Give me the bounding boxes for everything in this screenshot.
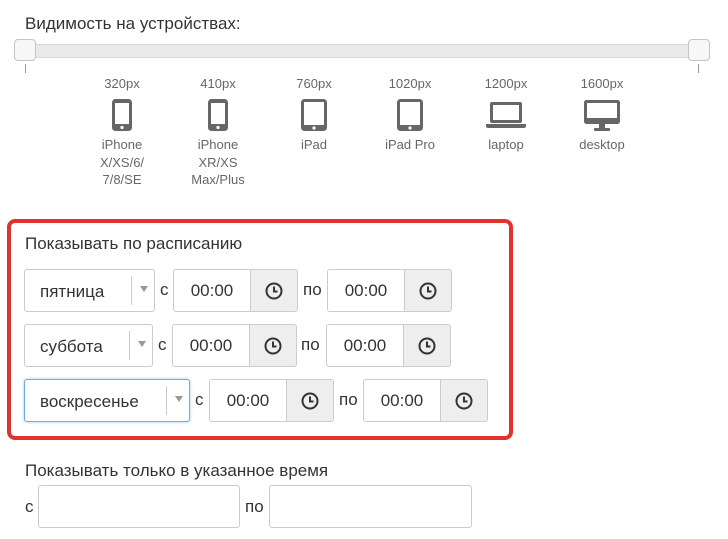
tablet-icon xyxy=(301,99,327,131)
device-name-line: Max/Plus xyxy=(191,172,245,187)
clock-icon xyxy=(419,282,437,299)
device-1020: 1020px iPad Pro xyxy=(360,76,460,154)
only-to-label: по xyxy=(245,497,264,516)
tablet-icon xyxy=(397,99,423,131)
device-name-line: X/XS/6/ xyxy=(99,154,145,170)
device-name-line: iPhone xyxy=(101,137,143,152)
time-value: 00:00 xyxy=(189,336,233,355)
time-value: 00:00 xyxy=(344,281,388,300)
time-from-input[interactable]: 00:00 xyxy=(173,269,298,312)
day-select-value: суббота xyxy=(40,337,103,356)
device-760: 760px iPad xyxy=(264,76,364,154)
device-name-line: 7/8/SE xyxy=(102,172,142,187)
device-px-label: 1020px xyxy=(388,76,432,91)
device-410: 410px iPhone XR/XS Max/Plus xyxy=(168,76,268,189)
clock-icon xyxy=(265,282,283,299)
day-select[interactable]: воскресенье xyxy=(24,379,190,422)
slider-handle-min[interactable] xyxy=(14,39,36,61)
from-label: с xyxy=(195,390,204,409)
device-1600: 1600px desktop xyxy=(552,76,652,154)
phone-icon xyxy=(112,99,132,131)
to-label: по xyxy=(303,280,322,299)
time-to-input[interactable]: 00:00 xyxy=(363,379,488,422)
time-to-input[interactable]: 00:00 xyxy=(326,324,451,367)
device-name-line: iPad Pro xyxy=(385,137,435,152)
day-select[interactable]: пятница xyxy=(24,269,155,312)
time-from-input[interactable]: 00:00 xyxy=(209,379,334,422)
time-to-input[interactable]: 00:00 xyxy=(327,269,452,312)
dropdown-arrow-icon xyxy=(175,396,183,402)
day-select[interactable]: суббота xyxy=(24,324,153,367)
device-px-label: 1200px xyxy=(484,76,528,91)
device-px-label: 1600px xyxy=(580,76,624,91)
laptop-icon xyxy=(486,102,526,128)
to-label: по xyxy=(301,335,320,354)
time-picker-button[interactable] xyxy=(440,380,487,421)
dropdown-arrow-icon xyxy=(140,286,148,292)
schedule-title: Показывать по расписанию xyxy=(25,234,243,253)
device-name-line: desktop xyxy=(579,137,625,152)
device-px-label: 760px xyxy=(296,76,332,91)
device-name-line: iPhone xyxy=(197,137,239,152)
time-value: 00:00 xyxy=(380,391,424,410)
dropdown-arrow-icon xyxy=(138,341,146,347)
time-picker-button[interactable] xyxy=(403,325,450,366)
time-picker-button[interactable] xyxy=(404,270,451,311)
time-value: 00:00 xyxy=(343,336,387,355)
phone-icon xyxy=(208,99,228,131)
device-px-label: 320px xyxy=(104,76,140,91)
device-1200: 1200px laptop xyxy=(456,76,556,154)
day-select-value: воскресенье xyxy=(40,392,139,411)
slider-handle-max[interactable] xyxy=(688,39,710,61)
time-picker-button[interactable] xyxy=(286,380,333,421)
to-label: по xyxy=(339,390,358,409)
device-name-line: iPad xyxy=(300,137,328,152)
device-name-line: laptop xyxy=(488,137,524,152)
only-from-input[interactable] xyxy=(38,485,240,528)
clock-icon xyxy=(301,392,319,409)
day-select-value: пятница xyxy=(40,282,105,301)
clock-icon xyxy=(455,392,473,409)
from-label: с xyxy=(160,280,169,299)
device-320: 320px iPhone X/XS/6/ 7/8/SE xyxy=(72,76,172,189)
only-to-input[interactable] xyxy=(269,485,472,528)
time-picker-button[interactable] xyxy=(250,270,297,311)
time-from-input[interactable]: 00:00 xyxy=(172,324,297,367)
clock-icon xyxy=(264,337,282,354)
slider-tick-right xyxy=(698,64,699,73)
time-value: 00:00 xyxy=(190,281,234,300)
device-name-line: XR/XS xyxy=(198,154,238,170)
time-picker-button[interactable] xyxy=(249,325,296,366)
time-value: 00:00 xyxy=(226,391,270,410)
device-range-slider-track[interactable] xyxy=(20,44,706,58)
device-px-label: 410px xyxy=(200,76,236,91)
visibility-title: Видимость на устройствах: xyxy=(25,14,241,33)
from-label: с xyxy=(158,335,167,354)
desktop-icon xyxy=(584,100,620,131)
only-from-label: с xyxy=(25,497,34,516)
slider-tick-left xyxy=(25,64,26,73)
only-time-title: Показывать только в указанное время xyxy=(25,461,329,480)
clock-icon xyxy=(418,337,436,354)
